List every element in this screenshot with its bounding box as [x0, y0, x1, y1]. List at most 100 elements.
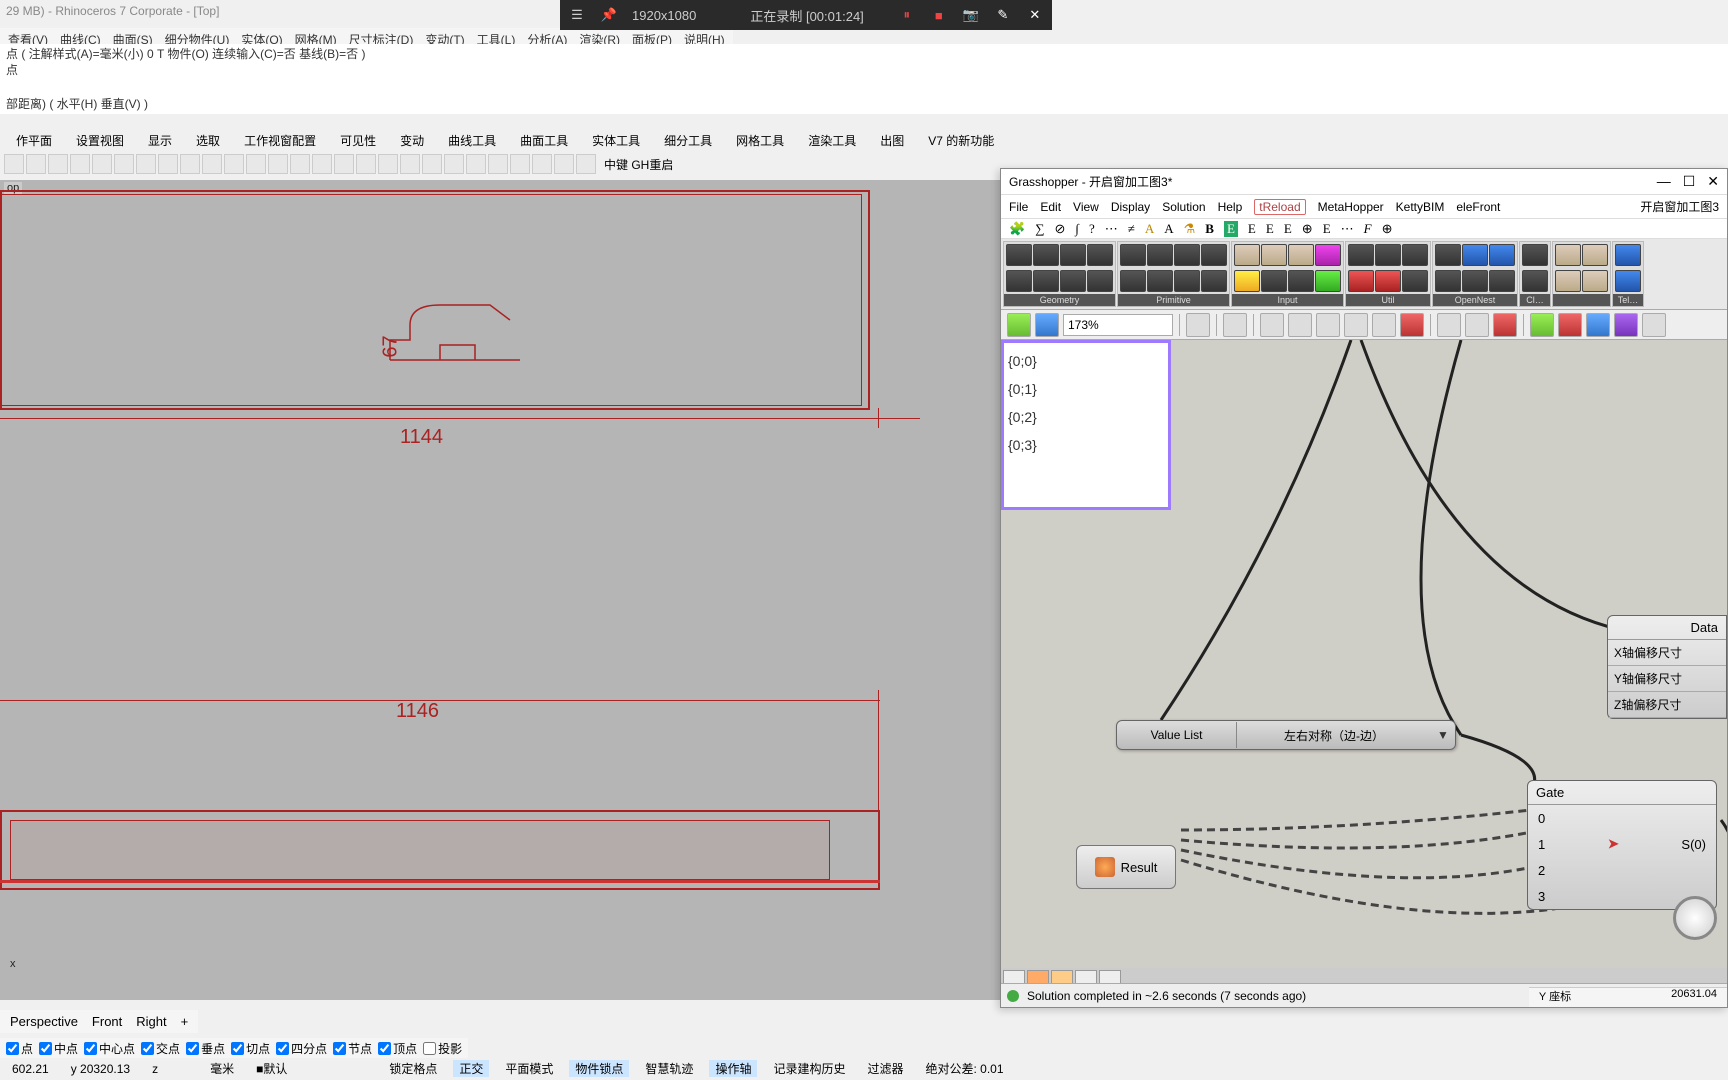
tab-curvetools[interactable]: 曲线工具: [438, 130, 506, 151]
status-layer[interactable]: ■默认: [250, 1060, 293, 1077]
toolbar-icon[interactable]: [48, 154, 68, 174]
gh-ribbon-label[interactable]: Geometry: [1004, 294, 1115, 306]
gh-comp-icon[interactable]: [1522, 270, 1548, 292]
gh-comp-icon[interactable]: [1582, 244, 1608, 266]
gh-sym[interactable]: ⊕: [1382, 221, 1393, 237]
osnap-quad[interactable]: 四分点: [276, 1040, 327, 1057]
gh-result-component[interactable]: Result: [1076, 845, 1176, 889]
osnap-project[interactable]: 投影: [423, 1040, 462, 1057]
gh-comp-icon[interactable]: [1087, 270, 1113, 292]
gh-ribbon-label[interactable]: Input: [1232, 294, 1343, 306]
gh-comp-icon[interactable]: [1555, 270, 1581, 292]
osnap-vertex[interactable]: 顶点: [378, 1040, 417, 1057]
toolbar-label[interactable]: 中键 GH重启: [604, 156, 673, 173]
gh-comp-icon[interactable]: [1435, 244, 1461, 266]
toolbar-icon[interactable]: [26, 154, 46, 174]
gh-zoomext-icon[interactable]: [1186, 313, 1210, 337]
tab-visibility[interactable]: 可见性: [330, 130, 386, 151]
gh-data-input[interactable]: Y轴偏移尺寸: [1608, 666, 1726, 692]
gh-comp-icon[interactable]: [1288, 244, 1314, 266]
chevron-down-icon[interactable]: ▼: [1431, 728, 1455, 742]
gh-sketch-icon[interactable]: [1260, 313, 1284, 337]
gh-comp-icon[interactable]: [1201, 270, 1227, 292]
tab-viewport[interactable]: 工作视窗配置: [234, 130, 326, 151]
toolbar-icon[interactable]: [4, 154, 24, 174]
toolbar-icon[interactable]: [202, 154, 222, 174]
osnap-mid[interactable]: 中点: [39, 1040, 78, 1057]
gh-icon[interactable]: [1288, 313, 1312, 337]
gh-ribbon-label[interactable]: Util: [1346, 294, 1430, 306]
toolbar-icon[interactable]: [444, 154, 464, 174]
status-planar[interactable]: 平面模式: [499, 1060, 559, 1077]
gh-compass-icon[interactable]: [1673, 896, 1717, 940]
gh-comp-icon[interactable]: [1615, 270, 1641, 292]
gh-menu-elefront[interactable]: eleFront: [1456, 200, 1500, 214]
gh-icon[interactable]: [1372, 313, 1396, 337]
gh-comp-icon[interactable]: [1033, 244, 1059, 266]
toolbar-icon[interactable]: [334, 154, 354, 174]
view-tab-front[interactable]: Front: [92, 1014, 122, 1029]
gh-comp-icon[interactable]: [1402, 270, 1428, 292]
stop-icon[interactable]: ■: [930, 6, 948, 24]
toolbar-icon[interactable]: [114, 154, 134, 174]
gh-titlebar[interactable]: Grasshopper - 开启窗加工图3* — ☐ ✕: [1001, 169, 1727, 195]
status-gumball[interactable]: 操作轴: [709, 1060, 757, 1077]
gh-sym[interactable]: E: [1248, 221, 1256, 237]
gh-comp-icon[interactable]: [1147, 270, 1173, 292]
gh-sym[interactable]: A: [1145, 221, 1154, 237]
gh-comp-icon[interactable]: [1147, 244, 1173, 266]
status-history[interactable]: 记录建构历史: [767, 1060, 851, 1077]
gh-comp-icon[interactable]: [1174, 270, 1200, 292]
osnap-point[interactable]: 点: [6, 1040, 33, 1057]
status-filter[interactable]: 过滤器: [861, 1060, 909, 1077]
gh-value-list[interactable]: Value List 左右对称（边-边） ▼: [1116, 720, 1456, 750]
toolbar-icon[interactable]: [290, 154, 310, 174]
gh-gate-input[interactable]: 1: [1538, 837, 1545, 852]
gh-comp-icon[interactable]: [1060, 270, 1086, 292]
osnap-perp[interactable]: 垂点: [186, 1040, 225, 1057]
gh-gate-component[interactable]: Gate 0 1➤S(0) 2 3: [1527, 780, 1717, 910]
toolbar-icon[interactable]: [224, 154, 244, 174]
camera-icon[interactable]: 📷: [962, 6, 980, 24]
toolbar-icon[interactable]: [554, 154, 574, 174]
gh-comp-icon[interactable]: [1462, 270, 1488, 292]
gh-menu-kettybim[interactable]: KettyBIM: [1396, 200, 1445, 214]
gh-sym[interactable]: ≠: [1128, 221, 1135, 237]
gh-comp-icon[interactable]: [1060, 244, 1086, 266]
gh-menu-reload[interactable]: tReload: [1254, 199, 1305, 215]
toolbar-icon[interactable]: [268, 154, 288, 174]
toolbar-icon[interactable]: [246, 154, 266, 174]
gh-comp-icon[interactable]: [1120, 244, 1146, 266]
gh-comp-icon[interactable]: [1315, 270, 1341, 292]
status-gridsnap[interactable]: 锁定格点: [383, 1060, 443, 1077]
gh-sym[interactable]: ⊘: [1054, 221, 1065, 237]
toolbar-icon[interactable]: [356, 154, 376, 174]
osnap-center[interactable]: 中心点: [84, 1040, 135, 1057]
gh-icon[interactable]: [1316, 313, 1340, 337]
gh-comp-icon[interactable]: [1375, 244, 1401, 266]
gh-comp-icon[interactable]: [1435, 270, 1461, 292]
gh-comp-icon[interactable]: [1315, 244, 1341, 266]
gh-gate-input[interactable]: 2: [1538, 863, 1545, 878]
toolbar-icon[interactable]: [378, 154, 398, 174]
gh-comp-icon[interactable]: [1375, 270, 1401, 292]
tab-select[interactable]: 选取: [186, 130, 230, 151]
tab-v7new[interactable]: V7 的新功能: [918, 130, 1004, 151]
view-tab-add[interactable]: +: [181, 1014, 189, 1029]
gh-menu-metahopper[interactable]: MetaHopper: [1318, 200, 1384, 214]
gh-sym[interactable]: ⚗: [1184, 221, 1196, 237]
gh-icon[interactable]: [1642, 313, 1666, 337]
status-osnap[interactable]: 物件锁点: [569, 1060, 629, 1077]
gh-comp-icon[interactable]: [1234, 270, 1260, 292]
gh-minimize-icon[interactable]: —: [1657, 173, 1671, 190]
gh-sym[interactable]: E: [1224, 221, 1238, 237]
gh-comp-icon[interactable]: [1489, 244, 1515, 266]
gh-sym[interactable]: F: [1364, 221, 1372, 237]
gh-comp-icon[interactable]: [1288, 270, 1314, 292]
pin-icon[interactable]: 📌: [600, 6, 618, 24]
gh-comp-icon[interactable]: [1087, 244, 1113, 266]
gh-comp-icon[interactable]: [1402, 244, 1428, 266]
gh-file-label[interactable]: 开启窗加工图3: [1640, 198, 1719, 215]
gh-comp-icon[interactable]: [1006, 270, 1032, 292]
gh-sym-sigma[interactable]: ∑: [1035, 221, 1044, 237]
